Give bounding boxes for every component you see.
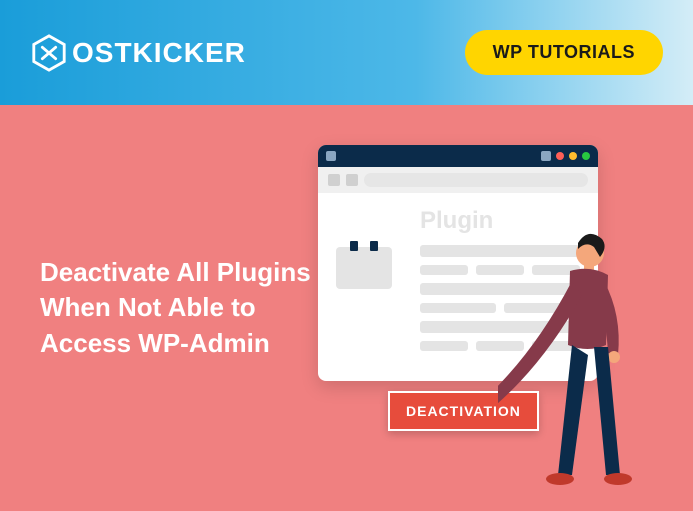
placeholder-line: [420, 303, 496, 313]
hero: Deactivate All Plugins When Not Able to …: [0, 105, 693, 511]
illustration: Plugin: [318, 145, 648, 485]
back-icon: [328, 174, 340, 186]
titlebar: [318, 145, 598, 167]
window-control-icon: [541, 151, 551, 161]
person-illustration: [498, 225, 658, 485]
category-pill: WP TUTORIALS: [465, 30, 663, 75]
toolbar: [318, 167, 598, 193]
minimize-dot-icon: [569, 152, 577, 160]
placeholder-line: [420, 341, 468, 351]
window-control-icon: [326, 151, 336, 161]
logo-text: OSTKICKER: [72, 37, 246, 69]
header: OSTKICKER WP TUTORIALS: [0, 0, 693, 105]
placeholder-line: [420, 265, 468, 275]
maximize-dot-icon: [582, 152, 590, 160]
hexagon-icon: [30, 34, 68, 72]
hero-title: Deactivate All Plugins When Not Able to …: [40, 255, 340, 360]
plugin-icon: [336, 247, 392, 289]
forward-icon: [346, 174, 358, 186]
site-logo: OSTKICKER: [30, 34, 246, 72]
close-dot-icon: [556, 152, 564, 160]
url-bar: [364, 173, 588, 187]
